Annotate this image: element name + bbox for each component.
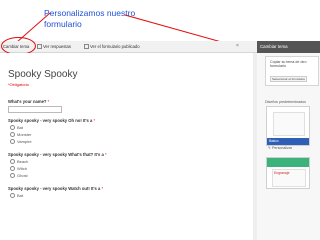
- theme-card-basic[interactable]: Básico: [266, 106, 310, 146]
- radio-button[interactable]: [10, 159, 15, 165]
- theme-header-band: [267, 158, 309, 167]
- theme-preview: [273, 112, 305, 136]
- radio-button[interactable]: [10, 193, 15, 199]
- form-title: Spooky Spooky: [8, 69, 78, 80]
- question-label: What's your name? *: [8, 99, 50, 104]
- radio-button[interactable]: [10, 125, 15, 131]
- required-note: *Obligatorio: [8, 82, 29, 87]
- default-themes-label: Diseños predeterminados: [265, 100, 306, 104]
- view-published-label: Ver el formulario publicado: [90, 44, 140, 49]
- radio-option[interactable]: Vampire: [10, 139, 32, 145]
- theme-card-gear[interactable]: Engranaje: [266, 157, 310, 189]
- close-icon[interactable]: ×: [236, 41, 239, 52]
- personalize-label: Personalizar: [272, 146, 292, 150]
- name-input[interactable]: [8, 106, 62, 113]
- view-published-button[interactable]: Ver el formulario publicado: [84, 41, 140, 52]
- radio-button[interactable]: [10, 132, 15, 138]
- theme-panel-title: Cambiar tema: [257, 41, 320, 53]
- radio-option[interactable]: Beach: [10, 159, 28, 165]
- copy-theme-box: Copiar su tema de otro formulario Selecc…: [265, 56, 319, 86]
- question-label: Spooky spooky - very spooky Oh no! It's …: [8, 118, 96, 123]
- question-label: Spooky spooky - very spooky What's that?…: [8, 152, 107, 157]
- theme-name: Básico: [267, 138, 309, 145]
- view-responses-button[interactable]: Ver respuestas: [37, 41, 71, 52]
- radio-button[interactable]: [10, 166, 15, 172]
- copy-theme-title: Copiar su tema de otro formulario: [270, 60, 307, 69]
- published-form-icon: [84, 44, 89, 50]
- radio-option[interactable]: Bat: [10, 125, 23, 131]
- radio-option[interactable]: Ghost: [10, 173, 28, 179]
- radio-option[interactable]: Monster: [10, 132, 31, 138]
- annotation-text: Personalizamos nuestro formulario: [44, 8, 136, 29]
- responses-icon: [37, 44, 42, 50]
- theme-name: Engranaje: [274, 171, 290, 175]
- radio-option[interactable]: Bat: [10, 193, 23, 199]
- form-preview: Spooky Spooky *Obligatorio What's your n…: [0, 53, 253, 240]
- view-responses-label: Ver respuestas: [43, 44, 71, 49]
- radio-option[interactable]: Witch: [10, 166, 27, 172]
- radio-button[interactable]: [10, 173, 15, 179]
- question-label: Spooky spooky - very spooky Watch out! I…: [8, 186, 104, 191]
- select-form-button[interactable]: Seleccionar el formulario: [270, 76, 308, 82]
- radio-button[interactable]: [10, 139, 15, 145]
- personalize-link[interactable]: ✎ Personalizar: [268, 146, 292, 150]
